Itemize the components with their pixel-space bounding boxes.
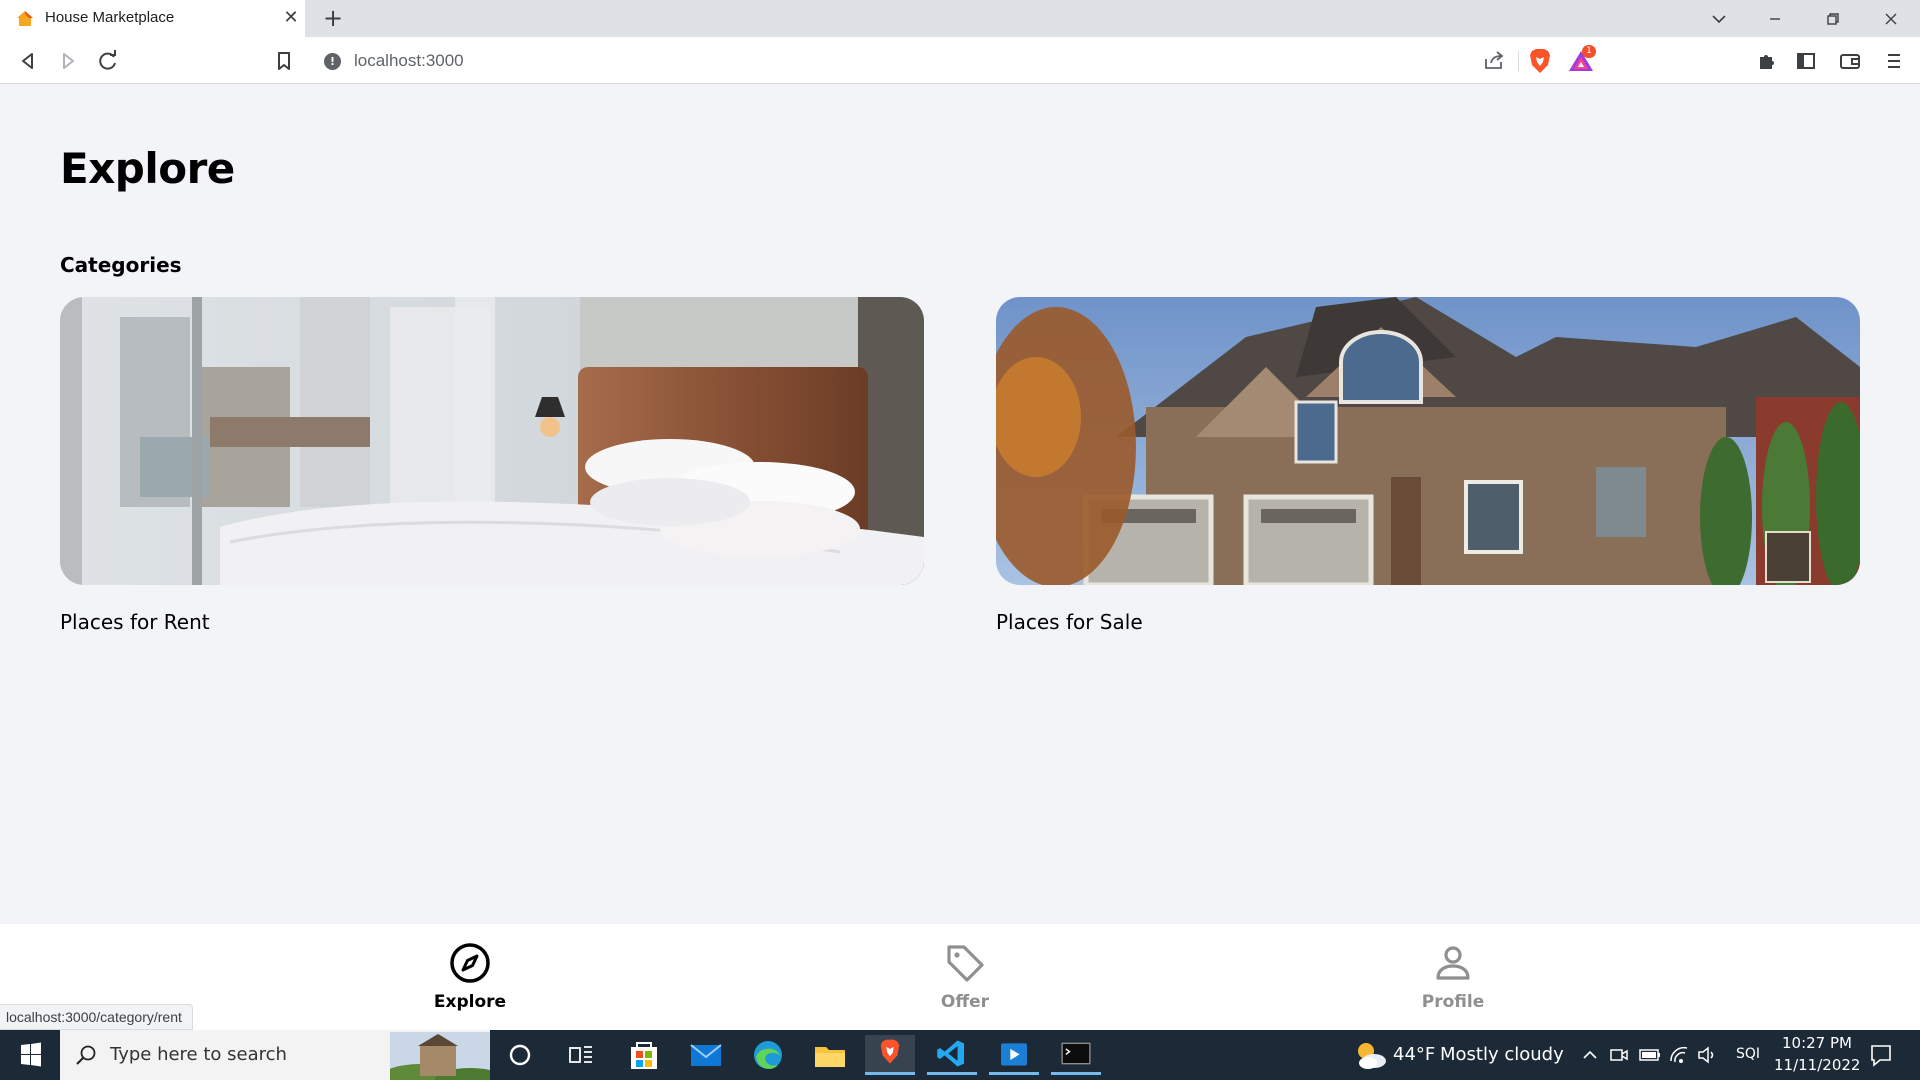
category-card-sale[interactable]: Places for Sale: [996, 297, 1860, 634]
page-title: Explore: [60, 144, 235, 193]
share-icon[interactable]: [1482, 49, 1506, 73]
search-placeholder: Type here to search: [110, 1044, 287, 1065]
notifications-icon[interactable]: [1868, 1042, 1894, 1068]
windows-taskbar: Type here to search 44°F Mostly cloudy S…: [0, 1030, 1920, 1080]
nav-item-explore[interactable]: Explore: [390, 942, 550, 1022]
volume-icon[interactable]: [1696, 1044, 1718, 1066]
bottom-navbar: Explore Offer Profile: [0, 924, 1920, 1030]
restore-icon[interactable]: [1818, 4, 1848, 34]
microsoft-store-icon[interactable]: [619, 1035, 669, 1075]
tab-close-icon[interactable]: ✕: [281, 8, 301, 28]
browser-tab-strip: House Marketplace ✕ +: [0, 0, 1920, 37]
site-info-icon[interactable]: !: [324, 53, 341, 70]
clock-date[interactable]: 11/11/2022: [1774, 1056, 1860, 1074]
omnibox-divider: [1518, 51, 1519, 71]
tag-icon: [947, 945, 984, 982]
tab-title: House Marketplace: [45, 9, 175, 26]
category-card-rent[interactable]: Places for Rent: [60, 297, 924, 634]
forward-icon[interactable]: [54, 47, 82, 75]
compass-icon: [450, 943, 490, 983]
house-favicon-icon: [17, 11, 33, 26]
new-tab-icon[interactable]: +: [320, 5, 346, 31]
wallet-icon[interactable]: [1836, 47, 1864, 75]
rewards-notification-badge: 1: [1582, 45, 1596, 58]
extensions-icon[interactable]: [1752, 47, 1780, 75]
nav-label-profile: Profile: [1421, 992, 1485, 1012]
taskbar-search-box[interactable]: Type here to search: [60, 1030, 490, 1080]
browser-toolbar: ! localhost:3000 1: [0, 37, 1920, 84]
cortana-icon[interactable]: [495, 1035, 545, 1075]
category-label-sale[interactable]: Places for Sale: [996, 610, 1143, 634]
menu-icon[interactable]: [1880, 47, 1908, 75]
brave-shields-icon[interactable]: [1528, 48, 1552, 74]
person-icon: [1436, 946, 1470, 980]
tab-search-chevron-icon[interactable]: [1704, 4, 1734, 34]
terminal-icon[interactable]: [1051, 1035, 1101, 1075]
nav-item-profile[interactable]: Profile: [1373, 942, 1533, 1022]
explore-page: Explore Categories Places for Rent Place…: [0, 84, 1920, 924]
reload-icon[interactable]: [94, 47, 122, 75]
link-status-bubble: localhost:3000/category/rent: [0, 1004, 193, 1030]
nav-label-explore: Explore: [433, 992, 507, 1012]
back-icon[interactable]: [14, 47, 42, 75]
weather-cloudy-icon: [1358, 1043, 1386, 1069]
search-icon: [76, 1045, 96, 1065]
rent-bedroom-image[interactable]: [60, 297, 924, 585]
meet-now-camera-icon[interactable]: [1608, 1045, 1630, 1065]
mail-icon[interactable]: [681, 1035, 731, 1075]
sidebar-icon[interactable]: [1792, 47, 1820, 75]
sale-house-image[interactable]: [996, 297, 1860, 585]
close-window-icon[interactable]: [1876, 4, 1906, 34]
vscode-icon[interactable]: [927, 1035, 977, 1075]
battery-icon[interactable]: [1638, 1045, 1662, 1065]
windows-start-icon[interactable]: [10, 1038, 52, 1072]
nav-item-offer[interactable]: Offer: [885, 942, 1045, 1022]
input-language[interactable]: SQI: [1736, 1046, 1760, 1062]
media-player-icon[interactable]: [989, 1035, 1039, 1075]
task-view-icon[interactable]: [556, 1035, 606, 1075]
nav-label-offer: Offer: [940, 992, 990, 1012]
edge-icon[interactable]: [743, 1035, 793, 1075]
address-bar[interactable]: ! localhost:3000 1: [312, 44, 1608, 78]
weather-description[interactable]: Mostly cloudy: [1440, 1044, 1564, 1065]
address-url[interactable]: localhost:3000: [354, 51, 464, 71]
browser-tab[interactable]: House Marketplace ✕: [0, 0, 305, 37]
category-label-rent[interactable]: Places for Rent: [60, 610, 210, 634]
show-hidden-icons-chevron-icon[interactable]: [1580, 1045, 1600, 1065]
file-explorer-icon[interactable]: [805, 1035, 855, 1075]
wifi-icon[interactable]: [1668, 1044, 1690, 1066]
weather-temperature[interactable]: 44°F: [1393, 1044, 1435, 1065]
minimize-icon[interactable]: [1760, 4, 1790, 34]
clock-time[interactable]: 10:27 PM: [1782, 1034, 1852, 1052]
search-highlight-illustration-icon: [390, 1032, 490, 1080]
brave-browser-icon[interactable]: [865, 1035, 915, 1075]
categories-heading: Categories: [60, 253, 182, 277]
bookmark-icon[interactable]: [270, 47, 298, 75]
